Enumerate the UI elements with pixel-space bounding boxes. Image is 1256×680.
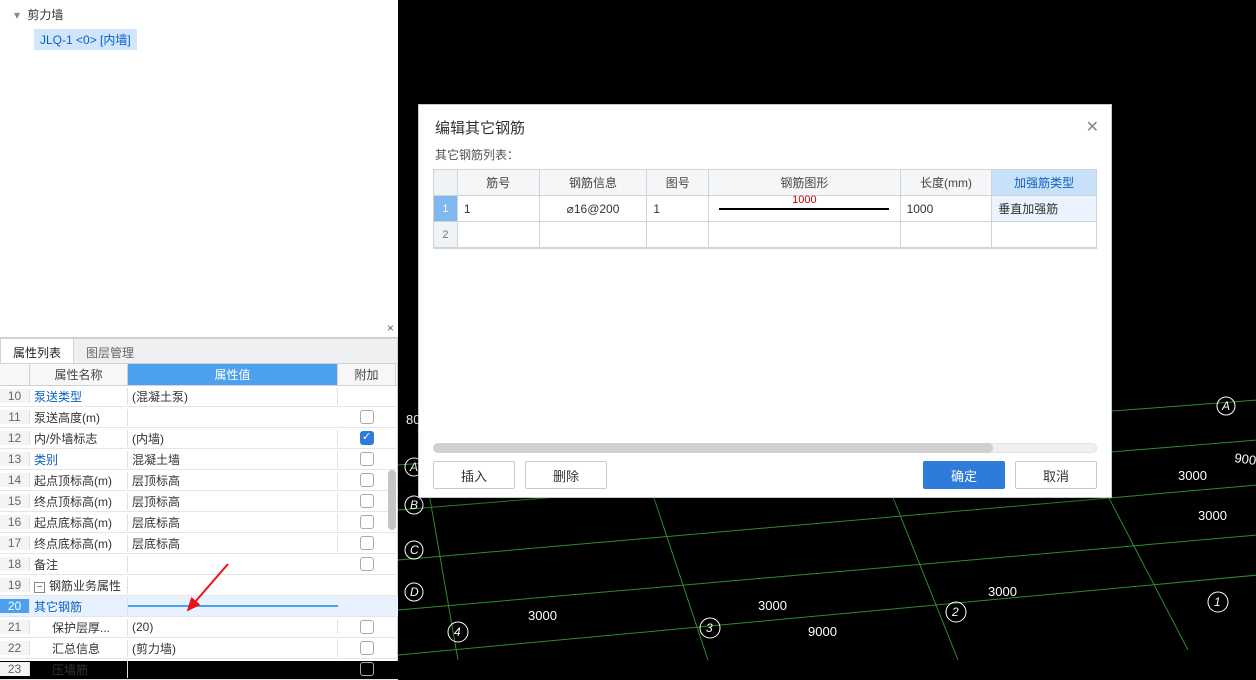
left-panel: ▾ 剪力墙 JLQ-1 <0> [内墙] × 属性列表 图层管理 属性名称 属性… — [0, 0, 398, 661]
property-row[interactable]: 13类别混凝土墙 — [0, 449, 398, 470]
tree-root[interactable]: ▾ 剪力墙 — [0, 0, 398, 25]
extra-checkbox[interactable] — [360, 515, 374, 529]
col-type[interactable]: 加强筋类型 — [992, 170, 1096, 196]
property-row[interactable]: 19−钢筋业务属性 — [0, 575, 398, 596]
svg-text:3000: 3000 — [758, 598, 787, 613]
extra-checkbox[interactable] — [360, 431, 374, 445]
col-th[interactable]: 图号 — [647, 170, 709, 196]
grid-header: 筋号 钢筋信息 图号 钢筋图形 长度(mm) 加强筋类型 — [434, 170, 1096, 196]
extra-checkbox[interactable] — [360, 557, 374, 571]
col-info[interactable]: 钢筋信息 — [540, 170, 648, 196]
extra-checkbox[interactable] — [360, 662, 374, 676]
property-row[interactable]: 22汇总信息(剪力墙) — [0, 638, 398, 659]
header-extra: 附加 — [338, 364, 396, 385]
svg-text:2: 2 — [951, 605, 959, 619]
delete-button[interactable]: 删除 — [525, 461, 607, 489]
property-row[interactable]: 15终点顶标高(m)层顶标高 — [0, 491, 398, 512]
svg-text:3000: 3000 — [1178, 468, 1207, 483]
svg-text:3: 3 — [706, 621, 713, 635]
property-table: 属性名称 属性值 附加 10泵送类型(混凝土泵)11泵送高度(m)12内/外墙标… — [0, 364, 398, 680]
extra-checkbox[interactable] — [360, 473, 374, 487]
component-tree: ▾ 剪力墙 JLQ-1 <0> [内墙] × — [0, 0, 398, 338]
col-len[interactable]: 长度(mm) — [901, 170, 993, 196]
extra-checkbox[interactable] — [360, 494, 374, 508]
header-value[interactable]: 属性值 — [128, 364, 338, 385]
cancel-button[interactable]: 取消 — [1015, 461, 1097, 489]
svg-text:9000: 9000 — [808, 624, 837, 639]
svg-text:3000: 3000 — [988, 584, 1017, 599]
svg-text:4: 4 — [454, 625, 461, 639]
property-row[interactable]: 20其它钢筋⋯ — [0, 596, 398, 617]
svg-text:A: A — [1221, 399, 1230, 413]
rebar-shape-cell[interactable]: 1000 — [709, 196, 900, 222]
property-row[interactable]: 16起点底标高(m)层底标高 — [0, 512, 398, 533]
property-row[interactable]: 21保护层厚...(20) — [0, 617, 398, 638]
insert-button[interactable]: 插入 — [433, 461, 515, 489]
col-jh[interactable]: 筋号 — [458, 170, 540, 196]
svg-text:A: A — [409, 460, 418, 474]
dialog-title: 编辑其它钢筋 — [419, 105, 1111, 142]
extra-checkbox[interactable] — [360, 620, 374, 634]
tree-root-label: 剪力墙 — [27, 8, 63, 22]
svg-text:1: 1 — [1214, 595, 1221, 609]
caret-down-icon: ▾ — [14, 8, 24, 22]
tab-layers[interactable]: 图层管理 — [74, 339, 146, 363]
property-row[interactable]: 18备注 — [0, 554, 398, 575]
property-row[interactable]: 14起点顶标高(m)层顶标高 — [0, 470, 398, 491]
svg-text:B: B — [410, 498, 418, 512]
svg-text:3000: 3000 — [1198, 508, 1227, 523]
extra-checkbox[interactable] — [360, 452, 374, 466]
tree-child-item[interactable]: JLQ-1 <0> [内墙] — [34, 29, 137, 50]
dialog-buttons: 插入 删除 确定 取消 — [419, 461, 1111, 489]
property-row[interactable]: 11泵送高度(m) — [0, 407, 398, 428]
tab-properties[interactable]: 属性列表 — [1, 339, 74, 363]
property-row[interactable]: 23压墙筋 — [0, 659, 398, 680]
header-name: 属性名称 — [30, 364, 128, 385]
property-header: 属性名称 属性值 附加 — [0, 364, 398, 386]
grid-hscroll[interactable] — [433, 443, 1097, 455]
grid-row[interactable]: 2 — [434, 222, 1096, 248]
ok-button[interactable]: 确定 — [923, 461, 1005, 489]
extra-checkbox[interactable] — [360, 536, 374, 550]
extra-checkbox[interactable] — [360, 641, 374, 655]
svg-text:3000: 3000 — [528, 608, 557, 623]
svg-text:C: C — [410, 543, 419, 557]
panel-close-icon[interactable]: × — [387, 321, 394, 335]
svg-text:D: D — [410, 585, 419, 599]
extra-checkbox[interactable] — [360, 410, 374, 424]
scrollbar-thumb[interactable] — [388, 470, 396, 530]
rebar-grid: 筋号 钢筋信息 图号 钢筋图形 长度(mm) 加强筋类型 1 1 ⌀16@200… — [433, 169, 1097, 249]
property-row[interactable]: 10泵送类型(混凝土泵) — [0, 386, 398, 407]
property-row[interactable]: 12内/外墙标志(内墙) — [0, 428, 398, 449]
dialog-close-icon[interactable]: ✕ — [1086, 117, 1099, 137]
property-tabbar: 属性列表 图层管理 — [0, 338, 398, 364]
edit-rebar-dialog: 编辑其它钢筋 ✕ 其它钢筋列表： 筋号 钢筋信息 图号 钢筋图形 长度(mm) … — [418, 104, 1112, 498]
dialog-subtitle: 其它钢筋列表： — [419, 142, 1111, 169]
svg-text:9000: 9000 — [1234, 450, 1256, 469]
property-row[interactable]: 17终点底标高(m)层底标高 — [0, 533, 398, 554]
grid-row[interactable]: 1 1 ⌀16@200 1 1000 1000 垂直加强筋 — [434, 196, 1096, 222]
col-shape[interactable]: 钢筋图形 — [709, 170, 900, 196]
